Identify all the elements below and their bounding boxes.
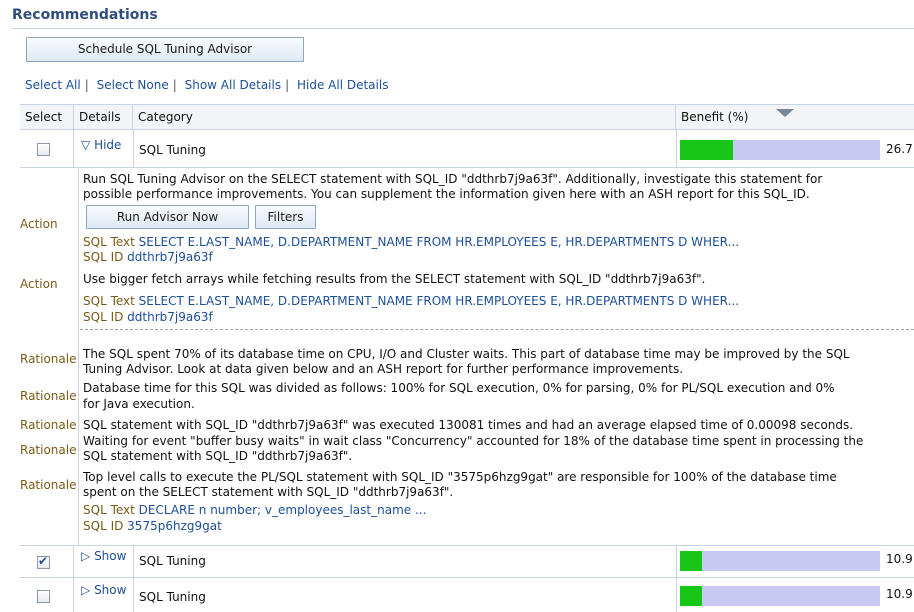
column-header-details: Details: [74, 105, 133, 130]
sql-text-line: SQL Text DECLARE n number; v_employees_l…: [83, 503, 426, 517]
column-divider: [676, 578, 677, 612]
sql-text-key: SQL Text: [83, 503, 135, 517]
collapsed-triangle-icon: ▷: [81, 583, 91, 597]
category-cell: SQL Tuning: [139, 590, 206, 604]
column-header-select: Select: [20, 105, 74, 130]
benefit-value: 26.7: [886, 142, 913, 156]
rationale-text-line: spent on the SELECT statement with SQL_I…: [83, 485, 454, 499]
benefit-bar-fill: [680, 140, 734, 160]
rationale-label: Rationale: [20, 352, 77, 366]
benefit-bar: [680, 551, 880, 571]
sql-id-link[interactable]: 3575p6hzg9gat: [127, 519, 222, 533]
selection-links: Select All | Select None | Show All Detail…: [25, 78, 388, 92]
column-divider: [73, 130, 74, 167]
sql-id-key: SQL ID: [83, 250, 124, 264]
hide-all-details-link[interactable]: Hide All Details: [297, 78, 388, 92]
sql-text-link[interactable]: DECLARE n number; v_employees_last_name …: [139, 503, 427, 517]
benefit-bar: [680, 140, 880, 160]
rationale-text-line: SQL statement with SQL_ID "ddthrb7j9a63f…: [83, 449, 353, 463]
rationale-label: Rationale: [20, 418, 77, 432]
toggle-details-link[interactable]: ▷ Show: [81, 549, 126, 563]
action-text-line: Use bigger fetch arrays while fetching r…: [83, 272, 706, 286]
row-select-checkbox[interactable]: ✔: [37, 554, 50, 569]
link-separator: |: [84, 78, 89, 92]
column-divider: [676, 546, 677, 577]
rationale-text-line: for Java execution.: [83, 397, 195, 411]
select-all-link[interactable]: Select All: [25, 78, 81, 92]
sql-id-key: SQL ID: [83, 519, 124, 533]
rationale-text-line: Top level calls to execute the PL/SQL st…: [83, 470, 837, 484]
sql-id-link[interactable]: ddthrb7j9a63f: [127, 310, 213, 324]
checkmark-icon: ✔: [38, 554, 49, 568]
table-header: Select Details Category Benefit (%): [20, 104, 914, 130]
column-header-category[interactable]: Category: [133, 105, 676, 130]
sql-id-link[interactable]: ddthrb7j9a63f: [127, 250, 213, 264]
sql-id-line: SQL ID ddthrb7j9a63f: [83, 310, 213, 324]
benefit-value: 10.9: [886, 552, 913, 566]
rationale-text-line: Database time for this SQL was divided a…: [83, 381, 835, 395]
benefit-value: 10.9: [886, 587, 913, 601]
rationale-text-line: Tuning Advisor. Look at data given below…: [83, 362, 684, 376]
select-none-link[interactable]: Select None: [97, 78, 169, 92]
column-divider: [73, 546, 74, 577]
schedule-sql-tuning-advisor-button[interactable]: Schedule SQL Tuning Advisor: [26, 37, 304, 62]
toggle-details-link[interactable]: ▷ Show: [81, 583, 126, 597]
benefit-bar-fill: [680, 551, 702, 571]
rationale-text-line: SQL statement with SQL_ID "ddthrb7j9a63f…: [83, 418, 854, 432]
action-text-line: possible performance improvements. You c…: [83, 187, 810, 201]
rationale-label: Rationale: [20, 389, 77, 403]
rationale-label: Rationale: [20, 478, 77, 492]
column-divider: [133, 546, 134, 577]
row-select-checkbox[interactable]: [37, 143, 50, 156]
filters-button[interactable]: Filters: [255, 205, 316, 229]
sql-text-key: SQL Text: [83, 294, 135, 308]
column-header-benefit[interactable]: Benefit (%): [676, 105, 914, 130]
rationale-text-line: The SQL spent 70% of its database time o…: [83, 347, 850, 361]
sql-text-key: SQL Text: [83, 235, 135, 249]
rationale-label: Rationale: [20, 443, 77, 457]
collapsed-triangle-icon: ▷: [81, 549, 91, 563]
details-divider: [78, 168, 79, 546]
action-label: Action: [20, 277, 58, 291]
column-divider: [133, 578, 134, 612]
benefit-bar: [680, 586, 880, 606]
sql-id-key: SQL ID: [83, 310, 124, 324]
sql-id-line: SQL ID ddthrb7j9a63f: [83, 250, 213, 264]
sql-text-line: SQL Text SELECT E.LAST_NAME, D.DEPARTMEN…: [83, 294, 739, 308]
expanded-triangle-icon: ▽: [81, 138, 91, 152]
link-separator: |: [285, 78, 290, 92]
sql-text-link[interactable]: SELECT E.LAST_NAME, D.DEPARTMENT_NAME FR…: [139, 235, 739, 249]
column-divider: [133, 130, 134, 167]
toggle-details-link[interactable]: ▽ Hide: [81, 138, 121, 152]
category-cell: SQL Tuning: [139, 554, 206, 568]
page-title: Recommendations: [12, 7, 158, 23]
sql-id-line: SQL ID 3575p6hzg9gat: [83, 519, 222, 533]
sort-descending-icon[interactable]: [776, 109, 794, 117]
sql-text-link[interactable]: SELECT E.LAST_NAME, D.DEPARTMENT_NAME FR…: [139, 294, 739, 308]
category-cell: SQL Tuning: [139, 143, 206, 157]
action-text-line: Run SQL Tuning Advisor on the SELECT sta…: [83, 172, 823, 186]
action-label: Action: [20, 217, 58, 231]
link-separator: |: [172, 78, 177, 92]
recommendations-header: Recommendations: [12, 7, 914, 29]
run-advisor-now-button[interactable]: Run Advisor Now: [86, 205, 249, 229]
column-divider: [73, 578, 74, 612]
section-separator: [80, 329, 914, 330]
toggle-details-label: Show: [94, 583, 127, 597]
rationale-text-line: Waiting for event "buffer busy waits" in…: [83, 434, 864, 448]
sql-text-line: SQL Text SELECT E.LAST_NAME, D.DEPARTMEN…: [83, 235, 739, 249]
show-all-details-link[interactable]: Show All Details: [185, 78, 282, 92]
column-divider: [676, 130, 677, 167]
benefit-bar-fill: [680, 586, 702, 606]
row-select-checkbox[interactable]: [37, 590, 50, 603]
toggle-details-label: Show: [94, 549, 127, 563]
toggle-details-label: Hide: [94, 138, 122, 152]
